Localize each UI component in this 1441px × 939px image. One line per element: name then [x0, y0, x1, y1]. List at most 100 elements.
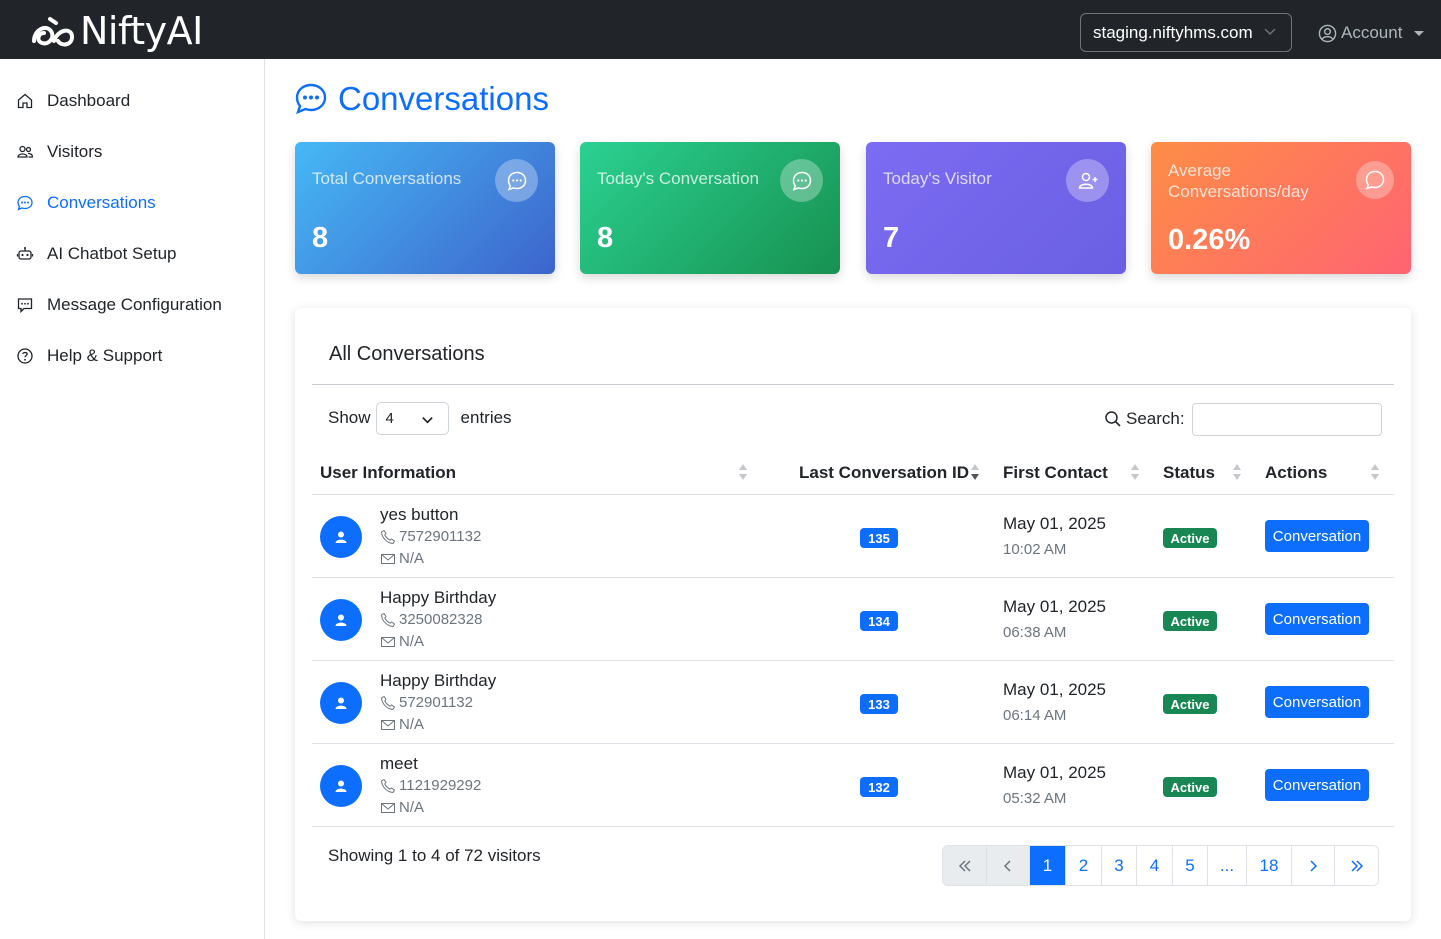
stat-icon-circle — [780, 159, 823, 202]
pagination: 1 2 3 4 5 ... 18 — [942, 845, 1379, 886]
next-page-button[interactable] — [1292, 846, 1335, 885]
user-email-value: N/A — [399, 633, 425, 650]
help-icon — [17, 348, 33, 364]
sidebar-item-conversations[interactable]: Conversations — [16, 189, 156, 217]
conversations-card: All Conversations Show 4 entries Search:… — [295, 308, 1411, 921]
first-contact-time: 06:14 AM — [1003, 707, 1067, 724]
domain-select[interactable]: staging.niftyhms.com — [1080, 13, 1292, 52]
sidebar-item-label: Dashboard — [47, 91, 131, 110]
phone-icon — [380, 612, 396, 627]
stat-label: Average Conversations/day — [1168, 161, 1309, 201]
table-header: User Information Last Conversation ID Fi… — [312, 455, 1394, 495]
user-email-value: N/A — [399, 550, 425, 567]
sidebar-item-help-support[interactable]: Help & Support — [16, 342, 162, 370]
account-menu[interactable]: Account — [1318, 20, 1425, 46]
user-email: N/A — [380, 633, 424, 650]
person-plus-icon — [1078, 172, 1097, 189]
table-row: yes button 7572901132 N/A 135 May 01, 20… — [312, 495, 1394, 578]
phone-icon — [380, 529, 396, 544]
chevron-double-left-icon — [958, 859, 971, 872]
status-badge: Active — [1163, 611, 1217, 631]
user-name: yes button — [380, 505, 459, 524]
nifty-logo-icon — [32, 17, 75, 47]
first-contact-date: May 01, 2025 — [1003, 763, 1107, 782]
brand-name: NiftyAI — [80, 9, 203, 53]
first-contact-date: May 01, 2025 — [1003, 514, 1107, 533]
sort-icon — [1131, 464, 1139, 480]
avatar — [320, 765, 362, 807]
sort-desc-icon — [971, 464, 979, 480]
sort-icon — [1233, 464, 1241, 480]
sidebar-item-message-configuration[interactable]: Message Configuration — [16, 291, 222, 319]
sidebar: Dashboard Visitors Conversations AI Chat… — [0, 59, 265, 939]
sidebar-item-dashboard[interactable]: Dashboard — [16, 87, 130, 115]
brand-logo[interactable]: NiftyAI — [30, 9, 203, 53]
caret-down-icon — [1414, 30, 1425, 36]
phone-icon — [380, 778, 396, 793]
column-header-last-conversation-id[interactable]: Last Conversation ID — [799, 463, 969, 483]
conversation-button[interactable]: Conversation — [1265, 520, 1369, 552]
chat-dots-icon — [295, 83, 327, 115]
search-input[interactable] — [1191, 402, 1382, 436]
page-title-text: Conversations — [338, 80, 549, 117]
table-search: Search: — [1104, 402, 1382, 436]
chat-bubble-icon — [1365, 170, 1385, 190]
page-button-4[interactable]: 4 — [1137, 846, 1173, 885]
prev-page-button[interactable] — [987, 846, 1030, 885]
user-phone-value: 572901132 — [399, 694, 473, 711]
avatar — [320, 599, 362, 641]
stat-value: 0.26% — [1168, 224, 1251, 256]
page-button-2[interactable]: 2 — [1066, 846, 1102, 885]
user-email: N/A — [380, 716, 424, 733]
chevron-right-icon — [1310, 859, 1318, 872]
chevron-down-icon — [1264, 28, 1276, 36]
first-contact-date: May 01, 2025 — [1003, 597, 1107, 616]
chat-dots-icon — [507, 171, 526, 191]
conversation-button[interactable]: Conversation — [1265, 603, 1369, 635]
status-badge: Active — [1163, 694, 1217, 714]
column-header-actions[interactable]: Actions — [1265, 463, 1327, 483]
first-contact-time: 10:02 AM — [1003, 541, 1067, 558]
conversation-button[interactable]: Conversation — [1265, 686, 1369, 718]
user-name: meet — [380, 754, 418, 773]
chevron-left-icon — [1003, 859, 1011, 872]
user-phone-value: 3250082328 — [399, 611, 483, 628]
column-header-first-contact[interactable]: First Contact — [1003, 463, 1108, 483]
user-icon — [335, 697, 347, 709]
entries-length-control: Show 4 entries — [328, 401, 512, 435]
first-page-button[interactable] — [943, 846, 987, 885]
user-name: Happy Birthday — [380, 671, 497, 690]
conversation-button[interactable]: Conversation — [1265, 769, 1369, 801]
envelope-icon — [381, 719, 395, 730]
entries-select[interactable]: 4 — [375, 401, 449, 435]
user-email: N/A — [380, 799, 424, 816]
sidebar-item-label: Help & Support — [47, 346, 163, 365]
user-email-value: N/A — [399, 716, 425, 733]
page-title: Conversations — [294, 78, 549, 120]
page-button-1[interactable]: 1 — [1030, 846, 1066, 885]
stat-icon-circle — [495, 159, 538, 202]
user-phone: 1121929292 — [380, 777, 481, 794]
conversation-id-badge: 133 — [860, 694, 898, 714]
sidebar-item-visitors[interactable]: Visitors — [16, 138, 102, 166]
page-button-18[interactable]: 18 — [1247, 846, 1292, 885]
status-badge: Active — [1163, 777, 1217, 797]
user-phone: 3250082328 — [380, 611, 482, 628]
stat-card-total-conversations: Total Conversations 8 — [295, 142, 555, 274]
sort-icon — [1371, 464, 1379, 480]
last-page-button[interactable] — [1335, 846, 1378, 885]
column-header-user-information[interactable]: User Information — [320, 463, 456, 483]
home-icon — [17, 93, 33, 109]
sidebar-item-ai-chatbot-setup[interactable]: AI Chatbot Setup — [16, 240, 176, 268]
first-contact-time: 05:32 AM — [1003, 790, 1067, 807]
sidebar-item-label: Message Configuration — [47, 295, 222, 314]
card-title: All Conversations — [329, 343, 485, 365]
user-phone: 7572901132 — [380, 528, 481, 545]
page-button-5[interactable]: 5 — [1173, 846, 1208, 885]
page-button-3[interactable]: 3 — [1102, 846, 1137, 885]
column-header-status[interactable]: Status — [1163, 463, 1215, 483]
table-row: Happy Birthday 3250082328 N/A 134 May 01… — [312, 578, 1394, 661]
table-row: meet 1121929292 N/A 132 May 01, 2025 05:… — [312, 744, 1394, 827]
chat-dots-icon — [792, 171, 811, 191]
stat-value: 7 — [883, 222, 900, 254]
